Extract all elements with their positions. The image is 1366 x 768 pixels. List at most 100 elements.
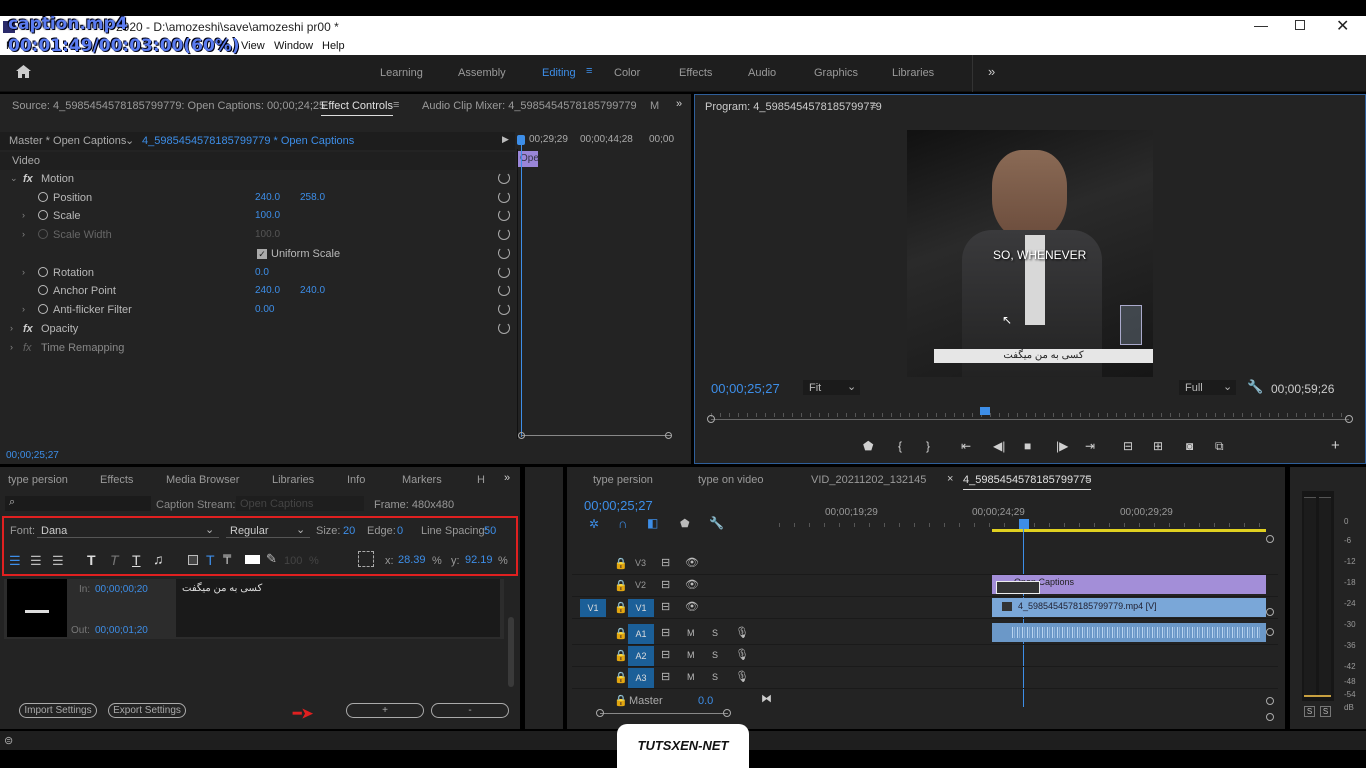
export-frame-icon[interactable]: ◙ xyxy=(1186,439,1193,453)
tab-info[interactable]: Info xyxy=(347,474,365,486)
stop-icon[interactable]: ■ xyxy=(1024,439,1031,453)
step-forward-icon[interactable]: |▶ xyxy=(1056,439,1068,453)
close-icon[interactable]: ✕ xyxy=(1336,16,1349,36)
more-workspaces-icon[interactable]: » xyxy=(988,64,995,79)
add-caption-button[interactable]: + xyxy=(346,703,424,718)
program-timecode[interactable]: 00;00;25;27 xyxy=(711,381,780,396)
playhead-marker[interactable] xyxy=(517,135,525,145)
scroll-handle[interactable] xyxy=(518,432,525,439)
zoom-handle[interactable] xyxy=(707,415,715,423)
microphone-icon[interactable]: 🎙 xyxy=(735,670,749,683)
tab-media-browser[interactable]: Media Browser xyxy=(166,474,239,486)
solo-button[interactable]: S xyxy=(712,650,718,660)
music-note-icon[interactable]: ♫ xyxy=(153,551,164,567)
timeline-playhead[interactable] xyxy=(1019,519,1029,529)
master-volume[interactable]: 0.0 xyxy=(698,695,713,707)
uniform-scale-checkbox[interactable]: ✓ xyxy=(257,249,267,259)
lock-icon[interactable]: 🔒 xyxy=(614,601,628,614)
import-settings-button[interactable]: Import Settings xyxy=(19,703,97,718)
workspace-color[interactable]: Color xyxy=(614,67,640,79)
lift-icon[interactable]: ⊟ xyxy=(1123,439,1133,453)
menu-help[interactable]: Help xyxy=(322,40,345,52)
step-back-icon[interactable]: ◀| xyxy=(993,439,1005,453)
workspace-graphics[interactable]: Graphics xyxy=(814,67,858,79)
v-scroll-handle[interactable] xyxy=(1266,535,1274,543)
master-clip-label[interactable]: Master * Open Captions xyxy=(9,135,126,147)
scrubber-playhead[interactable] xyxy=(980,407,991,415)
track-target-a1[interactable]: A1 xyxy=(628,624,654,644)
stopwatch-icon[interactable] xyxy=(38,285,48,295)
eye-icon[interactable]: 👁 xyxy=(685,600,699,613)
expand-icon[interactable]: › xyxy=(22,210,25,220)
expand-icon[interactable]: › xyxy=(10,342,13,352)
sync-lock-icon[interactable]: ⊟ xyxy=(661,648,670,661)
tab-source[interactable]: Source: 4_5985454578185799779: Open Capt… xyxy=(12,100,325,112)
font-dropdown[interactable]: Dana ⌄ xyxy=(37,522,219,538)
restore-icon[interactable] xyxy=(1295,20,1305,30)
workspace-menu-icon[interactable]: ≡ xyxy=(586,65,592,77)
menu-view[interactable]: View xyxy=(241,40,265,52)
text-color-icon[interactable]: T xyxy=(206,552,215,568)
export-settings-button[interactable]: Export Settings xyxy=(108,703,186,718)
zoom-dropdown[interactable]: Fit ⌄ xyxy=(803,380,860,395)
out-time[interactable]: 00;00;01;20 xyxy=(95,625,148,636)
mini-scrollbar[interactable] xyxy=(521,435,671,436)
lock-icon[interactable]: 🔒 xyxy=(614,579,628,592)
tab-effect-controls[interactable]: Effect Controls xyxy=(321,100,393,116)
lock-icon[interactable]: 🔒 xyxy=(614,671,628,684)
style-dropdown[interactable]: Regular ⌄ xyxy=(226,522,310,538)
eye-icon[interactable]: 👁 xyxy=(685,556,699,569)
stopwatch-icon[interactable] xyxy=(38,210,48,220)
workspace-effects[interactable]: Effects xyxy=(679,67,712,79)
reset-icon[interactable] xyxy=(498,284,510,296)
linked-selection-icon[interactable]: ◧ xyxy=(647,516,658,530)
wrench-icon[interactable]: 🔧 xyxy=(1247,379,1263,395)
stopwatch-icon[interactable] xyxy=(38,192,48,202)
sync-lock-icon[interactable]: ⊟ xyxy=(661,670,670,683)
stream-dropdown[interactable]: Open Captions xyxy=(236,496,364,511)
edge-color-icon[interactable]: ₸ xyxy=(223,552,231,568)
workspace-libraries[interactable]: Libraries xyxy=(892,67,934,79)
go-to-end-icon[interactable]: ⧓ xyxy=(761,692,772,705)
mark-out-icon[interactable]: } xyxy=(926,439,930,453)
solo-button[interactable]: S xyxy=(712,628,718,638)
caption-text-box[interactable]: کسی به من میگفت xyxy=(176,579,500,637)
track-scroll[interactable] xyxy=(600,713,728,714)
antiflicker-value[interactable]: 0.00 xyxy=(255,304,274,315)
extract-icon[interactable]: ⊞ xyxy=(1153,439,1163,453)
expand-icon[interactable]: › xyxy=(22,304,25,314)
add-marker-icon[interactable]: ⬟ xyxy=(680,517,690,530)
microphone-icon[interactable]: 🎙 xyxy=(735,626,749,639)
comparison-view-icon[interactable]: ⧉ xyxy=(1215,439,1224,454)
go-to-out-icon[interactable]: ⇥ xyxy=(1085,439,1095,453)
track-target-v1[interactable]: V1 xyxy=(628,599,654,617)
program-menu-icon[interactable]: ≡ xyxy=(870,100,876,112)
resolution-dropdown[interactable]: Full ⌄ xyxy=(1179,380,1236,395)
line-spacing-value[interactable]: 50 xyxy=(484,525,496,537)
button-editor-icon[interactable]: + xyxy=(1331,437,1340,454)
in-time[interactable]: 00;00;00;20 xyxy=(95,584,148,595)
expand-icon[interactable]: › xyxy=(22,267,25,277)
lock-icon[interactable]: 🔒 xyxy=(614,557,628,570)
workspace-audio[interactable]: Audio xyxy=(748,67,776,79)
edge-value[interactable]: 0 xyxy=(397,525,403,537)
size-value[interactable]: 20 xyxy=(343,525,355,537)
tab-active-sequence[interactable]: 4_5985454578185799775 xyxy=(963,474,1092,490)
caption-list-item[interactable]: In: 00;00;00;20 Out: 00;00;01;20 کسی به … xyxy=(4,579,504,639)
work-area-bar[interactable] xyxy=(992,529,1266,532)
tab-type-persion[interactable]: type persion xyxy=(8,474,68,486)
align-left-icon[interactable]: ☰ xyxy=(9,553,21,569)
sequence-clip-label[interactable]: 4_5985454578185799779 * Open Captions xyxy=(142,135,354,147)
program-title[interactable]: Program: 4_5985454578185799779 xyxy=(705,101,882,113)
expand-icon[interactable]: › xyxy=(10,323,13,333)
sync-lock-icon[interactable]: ⊟ xyxy=(661,600,670,613)
v-scroll-handle[interactable] xyxy=(1266,628,1274,636)
reset-icon[interactable] xyxy=(498,172,510,184)
lock-icon[interactable]: 🔒 xyxy=(614,649,628,662)
v-scroll-handle[interactable] xyxy=(1266,697,1274,705)
background-color-icon[interactable] xyxy=(188,555,198,565)
video-frame[interactable]: SO, WHENEVER کسی به من میگفت ↖ xyxy=(907,130,1153,377)
workspace-learning[interactable]: Learning xyxy=(380,67,423,79)
caption-overlay[interactable]: کسی به من میگفت xyxy=(934,349,1153,363)
snap-icon[interactable]: ∩ xyxy=(618,516,627,531)
